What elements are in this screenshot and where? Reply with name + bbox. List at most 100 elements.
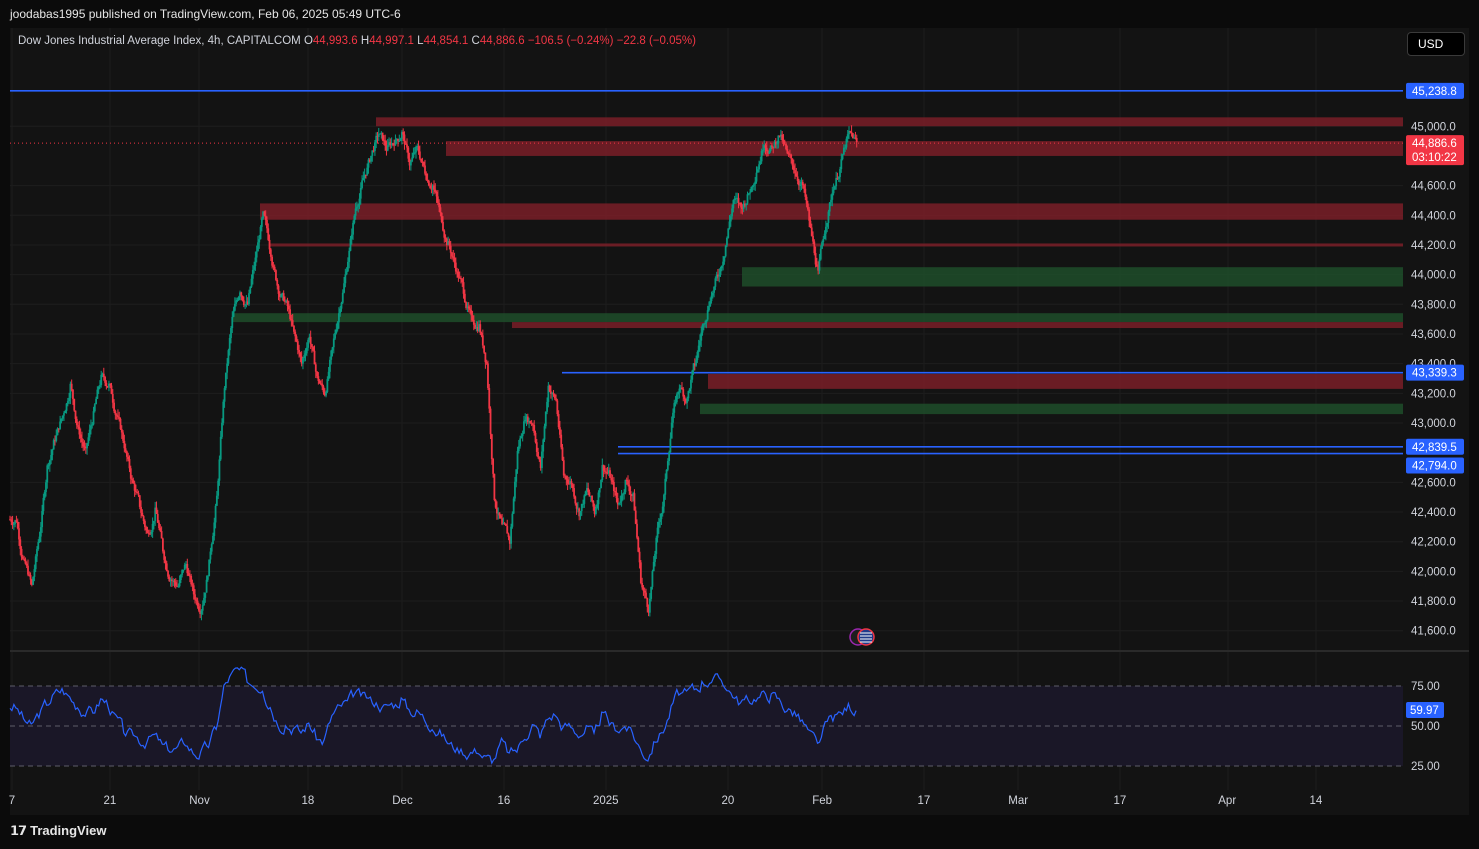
candle-body [27, 565, 29, 575]
candle-body [47, 465, 50, 467]
candle-body [214, 505, 217, 523]
candle-body [260, 218, 263, 227]
candle-body [156, 513, 159, 523]
candle-body [299, 352, 302, 357]
candle-body [782, 140, 785, 142]
candle-body [127, 456, 130, 460]
candle-body [808, 209, 811, 221]
x-axis-tick-label: 16 [498, 795, 511, 807]
candle-body [146, 530, 149, 533]
candle-body [535, 442, 538, 452]
candle-body [821, 242, 823, 249]
candle-body [603, 470, 606, 472]
candle-body [406, 144, 408, 148]
candle-body [347, 261, 349, 272]
candle-body [254, 257, 257, 267]
candle-body [663, 494, 665, 507]
candle-body [809, 220, 812, 228]
candle-body [163, 551, 166, 560]
candle-body [498, 512, 501, 516]
candle-body [759, 161, 762, 165]
candle-body [732, 200, 735, 209]
candle-body [228, 337, 231, 351]
candle-body [298, 349, 300, 353]
candle-body [797, 180, 800, 186]
candle-body [512, 498, 515, 514]
candle-body [815, 264, 818, 267]
candle-body [440, 212, 443, 223]
candle-body [762, 149, 764, 152]
candle-body [56, 428, 59, 436]
support-zone[interactable] [232, 313, 1403, 323]
candle-body [373, 142, 376, 152]
us-flag-icon[interactable] [857, 628, 875, 646]
support-zone[interactable] [742, 267, 1403, 287]
candle-body [102, 373, 105, 377]
candle-body [691, 370, 694, 380]
candle-body [546, 401, 548, 412]
candle-body [72, 389, 74, 400]
candle-body [217, 480, 220, 496]
candle-body [194, 594, 196, 600]
candle-body [439, 207, 442, 213]
tradingview-logo[interactable]: 𝟭𝟳 TradingView [10, 823, 106, 839]
candle-body [359, 187, 362, 199]
candle-body [24, 559, 27, 564]
candle-body [764, 145, 767, 148]
candle-body [345, 271, 348, 275]
resistance-zone[interactable] [376, 117, 1403, 127]
candle-body [221, 422, 223, 437]
resistance-zone[interactable] [446, 141, 1403, 156]
x-axis-tick-label: Dec [392, 795, 413, 807]
candle-body [258, 239, 261, 243]
candle-body [386, 145, 389, 151]
candle-body [460, 278, 462, 280]
candle-body [454, 262, 457, 272]
candle-body [451, 252, 453, 257]
candle-body [824, 226, 827, 234]
candle-body [137, 492, 140, 496]
candle-body [516, 451, 519, 470]
candle-body [814, 253, 817, 265]
candle-body [203, 597, 205, 606]
candle-body [43, 492, 46, 498]
currency-button[interactable]: USD [1407, 32, 1465, 56]
candle-body [830, 199, 832, 203]
candle-body [562, 460, 565, 476]
candle-body [64, 410, 67, 414]
chart-canvas[interactable]: 45,000.0 44,600.0 44,400.0 44,200.0 44,000.0… [0, 0, 1479, 849]
candle-body [795, 173, 798, 177]
price-level-label: 43,339.3 [1412, 368, 1457, 380]
candle-body [660, 513, 663, 520]
resistance-zone[interactable] [512, 322, 1403, 329]
y-axis-tick-label: 44,400.0 [1411, 210, 1456, 222]
candle-body [321, 383, 324, 387]
candle-body [141, 512, 144, 517]
candle-body [37, 542, 40, 550]
candle-body [435, 191, 438, 197]
candle-body [280, 295, 283, 297]
candle-body [276, 279, 279, 286]
candle-body [481, 335, 484, 346]
resistance-zone[interactable] [270, 243, 1403, 247]
candle-body [487, 363, 489, 389]
candle-body [16, 521, 19, 529]
candle-body [231, 316, 234, 329]
candle-body [12, 523, 15, 525]
candle-body [271, 256, 274, 266]
candle-body [709, 301, 712, 307]
resistance-zone[interactable] [708, 374, 1403, 389]
countdown-label: 03:10:22 [1412, 152, 1457, 164]
symbol-name[interactable]: Dow Jones Industrial Average Index, 4h, … [18, 35, 301, 47]
candle-body [403, 134, 406, 144]
candle-body [655, 537, 658, 554]
candle-body [100, 374, 103, 386]
support-zone[interactable] [700, 403, 1403, 415]
candle-body [706, 310, 709, 320]
candle-body [86, 443, 88, 449]
symbol-legend: Dow Jones Industrial Average Index, 4h, … [18, 35, 696, 47]
candle-body [479, 324, 482, 333]
candle-body [672, 412, 674, 423]
candle-body [600, 479, 602, 489]
x-axis-tick-label: Feb [812, 795, 832, 807]
